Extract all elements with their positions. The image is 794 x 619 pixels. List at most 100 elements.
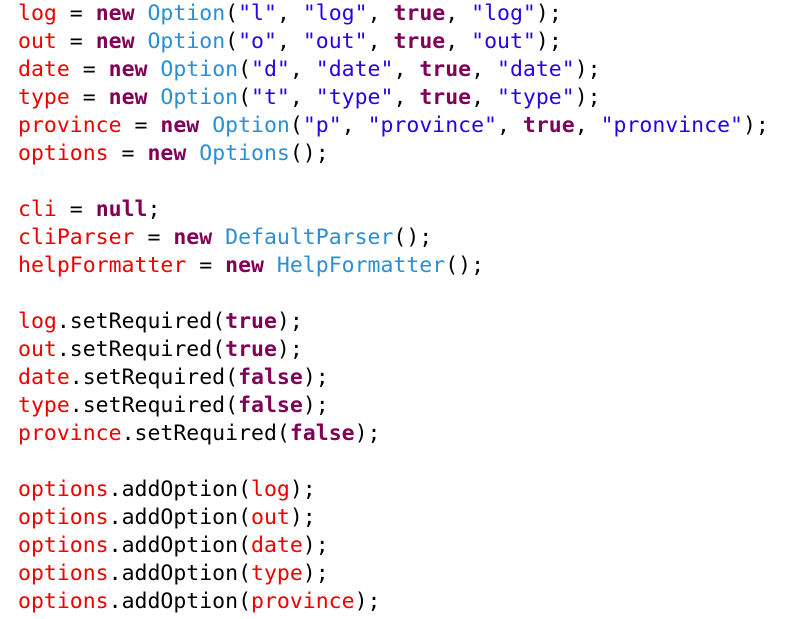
code-line[interactable]: log = new Option("l", "log", true, "log"… [0,0,794,28]
code-token-punct: ); [276,309,303,334]
code-token-punct: , [289,85,316,110]
code-token-string: "out" [302,29,368,54]
code-token-var: options [18,505,109,530]
code-token-var: date [18,57,70,82]
code-line[interactable]: cli = null; [0,196,794,224]
code-token-punct: . [108,533,122,558]
code-token-keyword: false [238,393,303,418]
code-token-var: type [18,85,70,110]
code-token-punct: , [445,1,472,26]
code-token-punct: ; [147,197,161,222]
code-editor[interactable]: log = new Option("l", "log", true, "log"… [0,0,794,619]
code-line[interactable]: province.setRequired(false); [0,420,794,448]
code-line-blank[interactable] [0,168,794,196]
code-line[interactable]: log.setRequired(true); [0,308,794,336]
code-token-punct: ( [238,477,252,502]
code-token-var: out [18,337,57,362]
code-token-var: log [18,1,57,26]
code-line[interactable]: options.addOption(date); [0,532,794,560]
code-token-punct: , [471,85,498,110]
code-token-var: date [18,365,70,390]
code-token-punct: (); [289,141,329,166]
code-token-var: out [18,29,57,54]
code-token-punct: ( [238,85,252,110]
code-token-punct: , [471,57,498,82]
code-line[interactable]: date.setRequired(false); [0,364,794,392]
code-line[interactable]: options.addOption(province); [0,588,794,616]
code-token-var: cliParser [18,225,135,250]
code-token-type: Options [199,141,290,166]
code-token-var: options [18,589,109,614]
code-line[interactable]: out = new Option("o", "out", true, "out"… [0,28,794,56]
code-token-var: options [18,533,109,558]
code-token-var: date [251,533,303,558]
code-token-punct: . [56,337,70,362]
code-token-punct: , [393,57,420,82]
code-line[interactable]: type.setRequired(false); [0,392,794,420]
code-token-string: "log" [302,1,368,26]
code-token-keyword: true [225,337,277,362]
code-token-string: "pronvince" [600,113,743,138]
code-line[interactable]: options.addOption(out); [0,504,794,532]
code-line[interactable]: options.addOption(log); [0,476,794,504]
code-token-plain: = [134,225,174,250]
code-token-plain: = [108,141,148,166]
code-line[interactable]: type = new Option("t", "type", true, "ty… [0,84,794,112]
code-token-keyword: new [108,57,148,82]
code-line[interactable]: options.addOption(type); [0,560,794,588]
code-line[interactable]: helpFormatter = new HelpFormatter(); [0,252,794,280]
code-token-punct: , [367,29,394,54]
code-line[interactable]: options = new Options(); [0,140,794,168]
code-line-blank[interactable] [0,448,794,476]
code-token-punct: ); [535,1,562,26]
code-token-var: province [251,589,355,614]
code-token-plain: = [56,29,96,54]
code-token-var: log [18,309,57,334]
code-token-keyword: new [173,225,213,250]
code-token-var: type [251,561,303,586]
code-token-var: options [18,141,109,166]
code-token-method: addOption [121,477,239,502]
code-token-punct: , [341,113,368,138]
code-token-punct: . [69,365,83,390]
code-token-type: Option [160,85,239,110]
code-token-type: Option [147,1,226,26]
code-line-blank[interactable] [0,280,794,308]
code-token-punct: , [393,85,420,110]
code-token-var: options [18,477,109,502]
code-token-method: addOption [121,505,239,530]
code-token-keyword: new [95,29,135,54]
code-token-punct: . [69,393,83,418]
code-line[interactable]: cliParser = new DefaultParser(); [0,224,794,252]
code-token-string: "d" [251,57,290,82]
code-token-punct: ); [289,505,316,530]
code-token-keyword: true [225,309,277,334]
code-token-punct: ( [225,365,239,390]
code-token-punct: ( [276,421,290,446]
code-token-string: "t" [251,85,290,110]
code-line[interactable]: out.setRequired(true); [0,336,794,364]
code-token-punct: ); [302,365,329,390]
code-token-punct: ); [742,113,769,138]
code-line[interactable]: date = new Option("d", "date", true, "da… [0,56,794,84]
code-token-punct: . [108,561,122,586]
code-token-string: "type" [315,85,394,110]
code-token-string: "o" [238,29,277,54]
code-token-keyword: new [225,253,264,278]
code-token-punct: ); [302,393,329,418]
code-token-string: "p" [302,113,342,138]
code-token-punct: . [108,477,122,502]
code-token-method: setRequired [69,309,213,334]
code-line[interactable]: province = new Option("p", "province", t… [0,112,794,140]
code-token-punct: ( [238,589,252,614]
code-token-plain: = [56,1,96,26]
code-token-punct: . [56,309,70,334]
code-token-var: options [18,561,109,586]
code-token-punct: ( [212,337,226,362]
code-token-string: "out" [471,29,536,54]
code-token-keyword: true [393,1,446,26]
